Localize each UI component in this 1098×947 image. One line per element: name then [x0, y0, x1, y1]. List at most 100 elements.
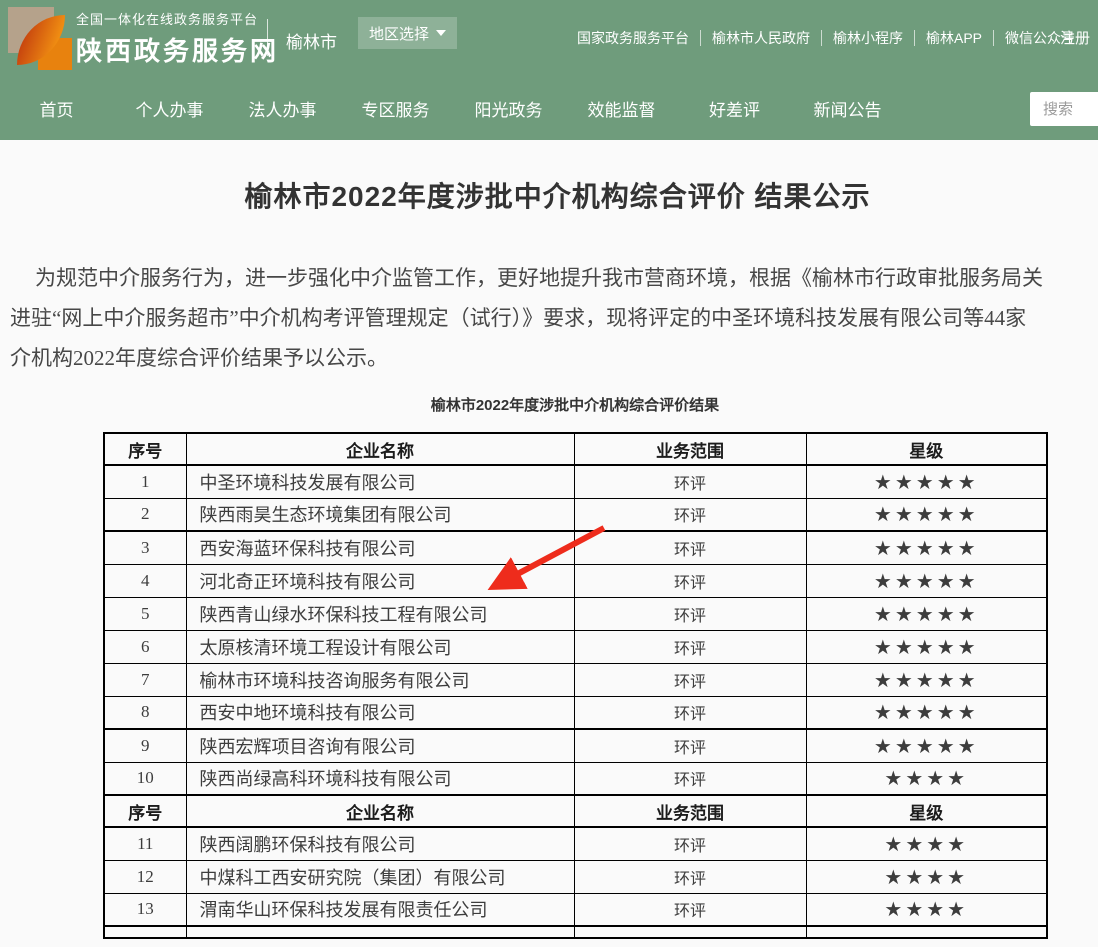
cell-empty: [574, 926, 806, 938]
cell-company-name: 太原核清环境工程设计有限公司: [186, 630, 574, 663]
nav-item-7[interactable]: 好差评: [678, 96, 791, 121]
cell-company-name: 西安中地环境科技有限公司: [186, 696, 574, 729]
cell-index: 1: [104, 465, 186, 498]
cell-star-rating: ★★★★★: [806, 630, 1047, 663]
nav-item-5[interactable]: 阳光政务: [452, 96, 565, 121]
region-select-button[interactable]: 地区选择: [358, 17, 457, 49]
top-link-2[interactable]: 榆林市人民政府: [712, 28, 810, 48]
cell-business-scope: 环评: [574, 893, 806, 926]
link-separator: [993, 30, 994, 46]
table-row: 12中煤科工西安研究院（集团）有限公司环评★★★★: [104, 860, 1047, 893]
cell-star-rating: ★★★★★: [806, 597, 1047, 630]
cell-star-rating: ★★★★: [806, 893, 1047, 926]
table-row: 4河北奇正环境科技有限公司环评★★★★★: [104, 564, 1047, 597]
top-header-bar: 全国一体化在线政务服务平台 陕西政务服务网 榆林市 地区选择 国家政务服务平台 榆…: [0, 0, 1098, 75]
cell-business-scope: 环评: [574, 498, 806, 531]
top-link-4[interactable]: 榆林APP: [926, 28, 982, 48]
table-row-clipped: [104, 926, 1047, 938]
cell-index: 4: [104, 564, 186, 597]
cell-star-rating: ★★★★★: [806, 465, 1047, 498]
table-row: 11陕西阔鹏环保科技有限公司环评★★★★: [104, 827, 1047, 860]
cell-company-name: 陕西雨昊生态环境集团有限公司: [186, 498, 574, 531]
cell-star-rating: ★★★★★: [806, 663, 1047, 696]
cell-business-scope: 环评: [574, 729, 806, 762]
top-link-1[interactable]: 国家政务服务平台: [577, 28, 689, 48]
table-row: 10陕西尚绿高科环境科技有限公司环评★★★★: [104, 762, 1047, 795]
paragraph-line-2: 进驻“网上中介服务超市”中介机构考评管理规定（试行）》要求，现将评定的中圣环境科…: [10, 298, 1098, 338]
cell-index: 3: [104, 531, 186, 564]
nav-item-4[interactable]: 专区服务: [339, 96, 452, 121]
top-link-3[interactable]: 榆林小程序: [833, 28, 903, 48]
cell-company-name: 中煤科工西安研究院（集团）有限公司: [186, 860, 574, 893]
column-header-1: 序号: [104, 433, 186, 465]
cell-star-rating: ★★★★★: [806, 498, 1047, 531]
cell-star-rating: ★★★★★: [806, 696, 1047, 729]
table-row: 9陕西宏辉项目咨询有限公司环评★★★★★: [104, 729, 1047, 762]
column-header-2: 企业名称: [186, 433, 574, 465]
announcement-paragraph: 为规范中介服务行为，进一步强化中介监管工作，更好地提升我市营商环境，根据《榆林市…: [10, 258, 1098, 378]
cell-star-rating: ★★★★: [806, 762, 1047, 795]
cell-business-scope: 环评: [574, 860, 806, 893]
nav-item-3[interactable]: 法人办事: [226, 96, 339, 121]
cell-company-name: 河北奇正环境科技有限公司: [186, 564, 574, 597]
link-separator: [914, 30, 915, 46]
cell-business-scope: 环评: [574, 762, 806, 795]
cell-star-rating: ★★★★★: [806, 564, 1047, 597]
search-input[interactable]: [1030, 92, 1098, 126]
main-nav-bar: 首页个人办事法人办事专区服务阳光政务效能监督好差评新闻公告: [0, 75, 1098, 140]
cell-business-scope: 环评: [574, 696, 806, 729]
nav-item-6[interactable]: 效能监督: [565, 96, 678, 121]
page-title: 榆林市2022年度涉批中介机构综合评价 结果公示: [0, 140, 1098, 216]
table-row: 8西安中地环境科技有限公司环评★★★★★: [104, 696, 1047, 729]
site-logo[interactable]: [8, 4, 70, 68]
cell-company-name: 西安海蓝环保科技有限公司: [186, 531, 574, 564]
cell-company-name: 渭南华山环保科技发展有限责任公司: [186, 893, 574, 926]
current-city-label: 榆林市: [286, 28, 337, 53]
cell-index: 6: [104, 630, 186, 663]
cell-business-scope: 环评: [574, 630, 806, 663]
brand-divider: [267, 19, 268, 56]
top-links: 国家政务服务平台榆林市人民政府榆林小程序榆林APP微信公众号: [577, 0, 1075, 75]
cell-empty: [806, 926, 1047, 938]
column-header-3: 业务范围: [574, 795, 806, 827]
cell-star-rating: ★★★★★: [806, 531, 1047, 564]
nav-item-8[interactable]: 新闻公告: [791, 96, 904, 121]
cell-business-scope: 环评: [574, 663, 806, 696]
cell-index: 9: [104, 729, 186, 762]
cell-company-name: 陕西尚绿高科环境科技有限公司: [186, 762, 574, 795]
column-header-1: 序号: [104, 795, 186, 827]
cell-index: 10: [104, 762, 186, 795]
cell-index: 7: [104, 663, 186, 696]
column-header-3: 业务范围: [574, 433, 806, 465]
paragraph-line-1: 为规范中介服务行为，进一步强化中介监管工作，更好地提升我市营商环境，根据《榆林市…: [10, 258, 1098, 298]
table-row: 1中圣环境科技发展有限公司环评★★★★★: [104, 465, 1047, 498]
nav-item-2[interactable]: 个人办事: [113, 96, 226, 121]
cell-business-scope: 环评: [574, 827, 806, 860]
table-row: 6太原核清环境工程设计有限公司环评★★★★★: [104, 630, 1047, 663]
nav-item-1[interactable]: 首页: [0, 96, 113, 121]
cell-business-scope: 环评: [574, 531, 806, 564]
register-link[interactable]: 注册: [1060, 27, 1090, 48]
column-header-2: 企业名称: [186, 795, 574, 827]
cell-company-name: 陕西青山绿水环保科技工程有限公司: [186, 597, 574, 630]
link-separator: [700, 30, 701, 46]
cell-index: 5: [104, 597, 186, 630]
cell-index: 11: [104, 827, 186, 860]
table-header-row: 序号企业名称业务范围星级: [104, 433, 1047, 465]
cell-index: 12: [104, 860, 186, 893]
table-row: 13渭南华山环保科技发展有限责任公司环评★★★★: [104, 893, 1047, 926]
site-name: 陕西政务服务网: [76, 31, 279, 68]
cell-business-scope: 环评: [574, 597, 806, 630]
region-select-label: 地区选择: [369, 23, 429, 44]
table-row: 7榆林市环境科技咨询服务有限公司环评★★★★★: [104, 663, 1047, 696]
cell-company-name: 榆林市环境科技咨询服务有限公司: [186, 663, 574, 696]
platform-label: 全国一体化在线政务服务平台: [76, 9, 279, 28]
cell-star-rating: ★★★★: [806, 860, 1047, 893]
column-header-4: 星级: [806, 433, 1047, 465]
cell-index: 8: [104, 696, 186, 729]
cell-index: 13: [104, 893, 186, 926]
cell-empty: [186, 926, 574, 938]
table-header-row: 序号企业名称业务范围星级: [104, 795, 1047, 827]
link-separator: [821, 30, 822, 46]
cell-business-scope: 环评: [574, 564, 806, 597]
